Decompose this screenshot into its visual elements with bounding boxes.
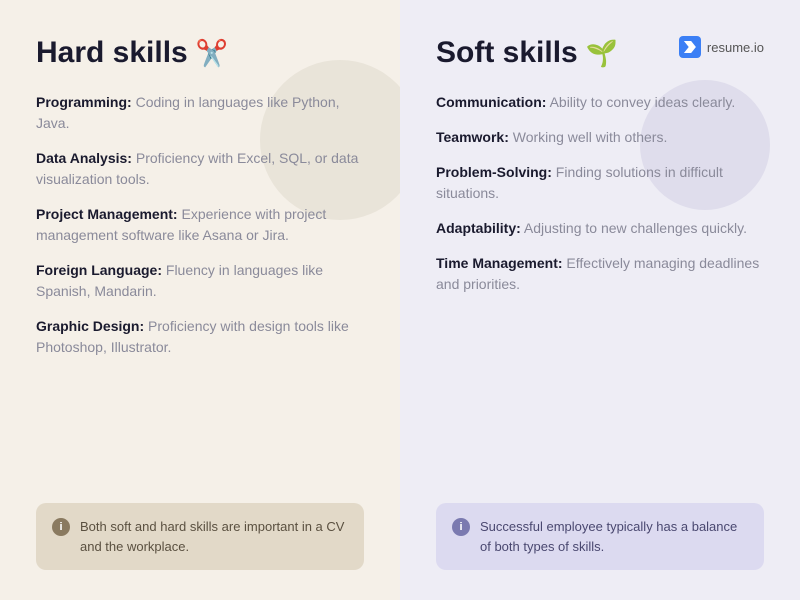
- skill-label: Adaptability:: [436, 220, 521, 236]
- hard-skills-icon: ✂️: [196, 38, 228, 69]
- skill-desc: Ability to convey ideas clearly.: [546, 94, 735, 110]
- skill-label: Foreign Language:: [36, 262, 162, 278]
- list-item: Time Management: Effectively managing de…: [436, 253, 764, 295]
- info-text-right: Successful employee typically has a bala…: [480, 517, 748, 556]
- hard-skills-title: Hard skills ✂️: [36, 36, 364, 70]
- list-item: Foreign Language: Fluency in languages l…: [36, 260, 364, 302]
- info-text-left: Both soft and hard skills are important …: [80, 517, 348, 556]
- list-item: Communication: Ability to convey ideas c…: [436, 92, 764, 113]
- list-item: Teamwork: Working well with others.: [436, 127, 764, 148]
- soft-skills-text: Soft skills: [436, 36, 578, 70]
- hard-skills-text: Hard skills: [36, 36, 188, 70]
- main-container: Hard skills ✂️ Programming: Coding in la…: [0, 0, 800, 600]
- info-box-right: i Successful employee typically has a ba…: [436, 503, 764, 570]
- list-item: Problem-Solving: Finding solutions in di…: [436, 162, 764, 204]
- info-icon-left: i: [52, 518, 70, 536]
- left-panel: Hard skills ✂️ Programming: Coding in la…: [0, 0, 400, 600]
- info-box-left: i Both soft and hard skills are importan…: [36, 503, 364, 570]
- skill-label: Project Management:: [36, 206, 178, 222]
- soft-skills-title: Soft skills 🌱: [436, 36, 764, 70]
- skill-label: Graphic Design:: [36, 318, 144, 334]
- skill-label: Problem-Solving:: [436, 164, 552, 180]
- list-item: Data Analysis: Proficiency with Excel, S…: [36, 148, 364, 190]
- list-item: Graphic Design: Proficiency with design …: [36, 316, 364, 358]
- list-item: Programming: Coding in languages like Py…: [36, 92, 364, 134]
- skill-label: Teamwork:: [436, 129, 509, 145]
- list-item: Adaptability: Adjusting to new challenge…: [436, 218, 764, 239]
- info-icon-right: i: [452, 518, 470, 536]
- soft-skills-icon: 🌱: [586, 38, 618, 69]
- skill-label: Data Analysis:: [36, 150, 132, 166]
- soft-skills-list: Communication: Ability to convey ideas c…: [436, 92, 764, 503]
- skill-label: Time Management:: [436, 255, 563, 271]
- hard-skills-list: Programming: Coding in languages like Py…: [36, 92, 364, 503]
- skill-desc: Working well with others.: [509, 129, 667, 145]
- skill-label: Programming:: [36, 94, 132, 110]
- right-panel: resume.io Soft skills 🌱 Communication: A…: [400, 0, 800, 600]
- list-item: Project Management: Experience with proj…: [36, 204, 364, 246]
- skill-label: Communication:: [436, 94, 546, 110]
- skill-desc: Adjusting to new challenges quickly.: [521, 220, 747, 236]
